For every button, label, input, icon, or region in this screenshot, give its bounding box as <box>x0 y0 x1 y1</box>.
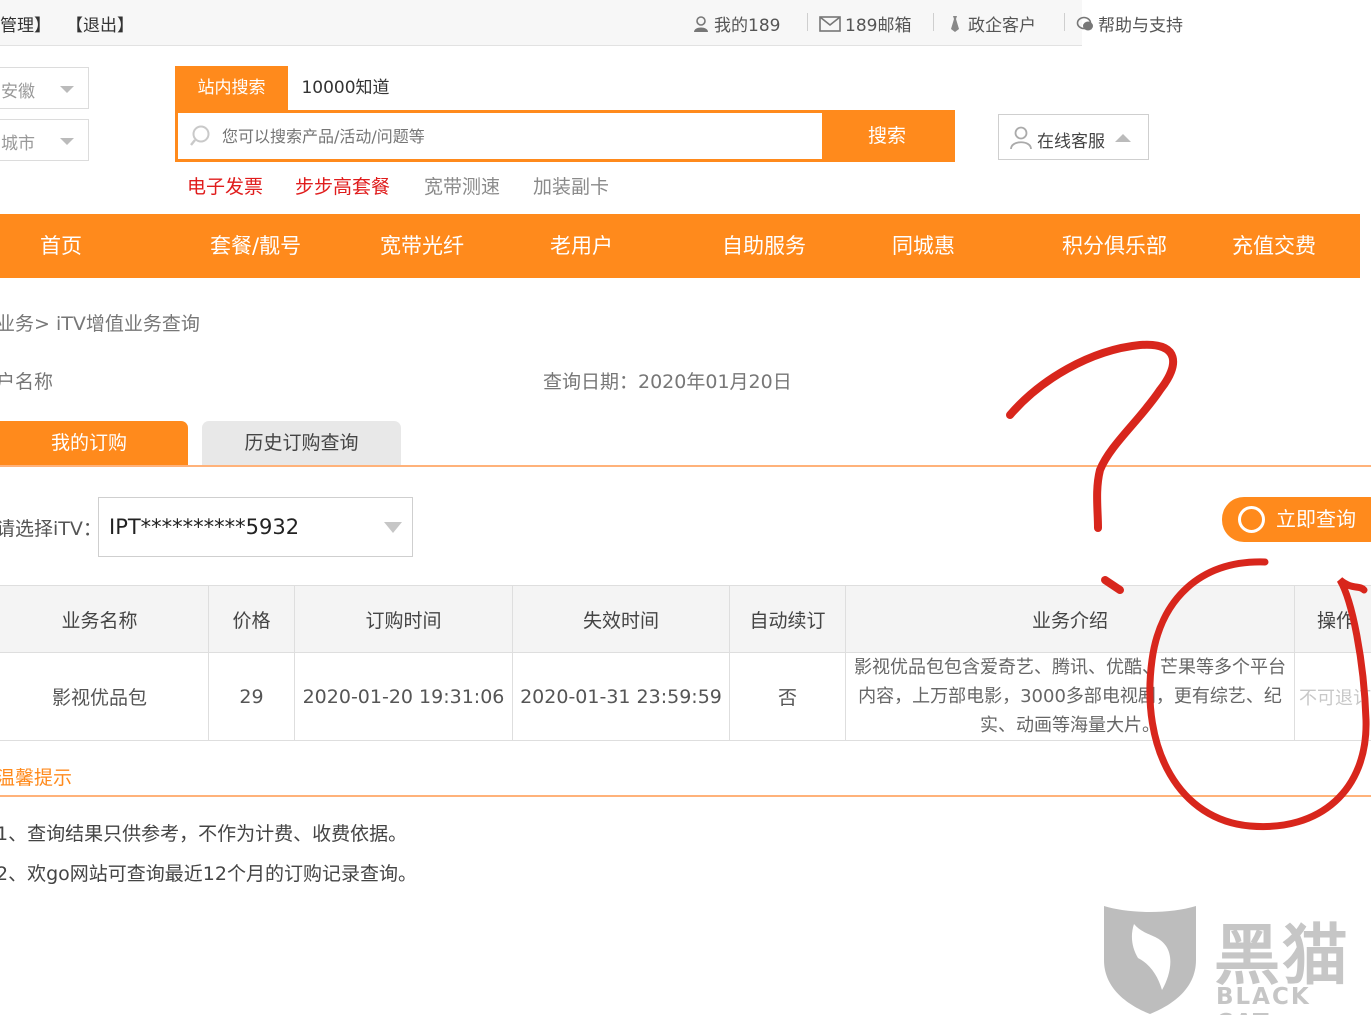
search-icon <box>190 125 210 146</box>
divider <box>933 13 934 31</box>
watermark-en: BLACK CAT <box>1216 984 1311 1015</box>
top-bar: 管理】 【退出】 我的189 189邮箱 政企客户 帮助与支持 <box>0 0 1183 46</box>
nav-recharge[interactable]: 充值交费 <box>1232 214 1316 278</box>
black-cat-watermark: 黑猫 BLACK CAT <box>1100 900 1371 1015</box>
hot-link-einvoice[interactable]: 电子发票 <box>187 172 263 199</box>
nav-local-deals[interactable]: 同城惠 <box>892 214 955 278</box>
online-service-label: 在线客服 <box>1037 132 1105 152</box>
tips-title: 温馨提示 <box>0 767 73 789</box>
chevron-down-icon <box>384 522 402 533</box>
query-button[interactable]: 立即查询 <box>1222 497 1371 542</box>
city-value: 城市 <box>1 134 35 154</box>
divider <box>1064 13 1065 31</box>
nav-self-service[interactable]: 自助服务 <box>722 214 806 278</box>
orders-table: 业务名称 价格 订购时间 失效时间 自动续订 业务介绍 操作 影视优品包 29 … <box>0 585 1371 741</box>
mail-icon <box>819 15 841 32</box>
question-mark-stroke <box>1006 340 1178 532</box>
my189-link[interactable]: 我的189 <box>692 11 780 36</box>
cell-order-time: 2020-01-20 19:31:06 <box>294 652 513 741</box>
query-date: 查询日期：2020年01月20日 <box>543 371 792 393</box>
help-link[interactable]: 帮助与支持 <box>1076 11 1183 36</box>
person-icon <box>1010 126 1032 150</box>
search-icon <box>1238 506 1265 533</box>
hot-link-extra-card[interactable]: 加装副卡 <box>533 172 609 199</box>
tip-item: 1、查询结果只供参考，不作为计费、收费依据。 <box>0 823 408 845</box>
hot-link-speedtest[interactable]: 宽带测速 <box>424 172 500 199</box>
search-bar: 搜索 <box>175 110 955 162</box>
itv-select-label: 请选择iTV： <box>0 518 102 540</box>
search-button[interactable]: 搜索 <box>822 113 952 159</box>
hot-link-bubugao[interactable]: 步步高套餐 <box>295 172 390 199</box>
account-name-label: 户名称 <box>0 371 54 393</box>
enterprise-label: 政企客户 <box>968 16 1036 36</box>
cell-expire-time: 2020-01-31 23:59:59 <box>512 652 730 741</box>
mail189-label: 189邮箱 <box>845 16 912 36</box>
logout-link[interactable]: 【退出】 <box>66 11 134 36</box>
tab-underline <box>0 465 1371 467</box>
query-button-label: 立即查询 <box>1276 507 1356 531</box>
main-nav: 首页 套餐/靓号 宽带光纤 老用户 自助服务 同城惠 积分俱乐部 充值交费 <box>0 214 1360 278</box>
enterprise-link[interactable]: 政企客户 <box>946 11 1036 36</box>
tie-icon <box>951 15 959 32</box>
cell-desc: 影视优品包包含爱奇艺、腾讯、优酷、芒果等多个平台内容，上万部电影，3000多部电… <box>845 652 1295 741</box>
col-header-desc: 业务介绍 <box>845 585 1295 653</box>
table-header-row: 业务名称 价格 订购时间 失效时间 自动续订 业务介绍 操作 <box>0 585 1371 653</box>
online-service-button[interactable]: 在线客服 <box>998 114 1149 160</box>
tab-10000-know[interactable]: 10000知道 <box>288 66 403 111</box>
unsubscribe-disabled: 不可退订 <box>1294 652 1371 741</box>
chevron-down-icon <box>60 86 74 93</box>
col-header-price: 价格 <box>208 585 295 653</box>
help-label: 帮助与支持 <box>1098 16 1183 36</box>
col-header-name: 业务名称 <box>0 585 209 653</box>
chevron-down-icon <box>60 138 74 145</box>
col-header-auto-renew: 自动续订 <box>729 585 846 653</box>
nav-points-club[interactable]: 积分俱乐部 <box>1062 214 1167 278</box>
tab-my-orders[interactable]: 我的订购 <box>0 421 188 466</box>
nav-home[interactable]: 首页 <box>40 214 82 278</box>
nav-old-users[interactable]: 老用户 <box>550 214 613 278</box>
col-header-expire-time: 失效时间 <box>512 585 730 653</box>
nav-plans[interactable]: 套餐/靓号 <box>210 214 301 278</box>
table-row: 影视优品包 29 2020-01-20 19:31:06 2020-01-31 … <box>0 652 1371 741</box>
tab-history-orders[interactable]: 历史订购查询 <box>202 421 401 466</box>
my189-label: 我的189 <box>714 16 781 36</box>
chat-bubble-icon <box>1076 16 1093 30</box>
chevron-up-icon <box>1115 134 1131 142</box>
province-value: 安徽 <box>1 82 35 102</box>
col-header-op: 操作 <box>1294 585 1371 653</box>
cell-auto-renew: 否 <box>729 652 846 741</box>
divider <box>807 13 808 31</box>
tip-item: 2、欢go网站可查询最近12个月的订购记录查询。 <box>0 863 417 885</box>
manage-link[interactable]: 管理】 <box>0 11 51 36</box>
cell-price: 29 <box>208 652 295 741</box>
nav-broadband[interactable]: 宽带光纤 <box>380 214 464 278</box>
tab-site-search[interactable]: 站内搜索 <box>175 66 288 111</box>
col-header-order-time: 订购时间 <box>294 585 513 653</box>
itv-select-value: IPT**********5932 <box>109 515 300 539</box>
itv-select[interactable]: IPT**********5932 <box>98 497 413 557</box>
black-cat-shield-logo <box>1104 906 1196 1014</box>
user-icon <box>694 15 708 32</box>
mail189-link[interactable]: 189邮箱 <box>819 11 911 36</box>
breadcrumb: 业务> iTV增值业务查询 <box>0 313 200 335</box>
cell-name: 影视优品包 <box>0 652 209 741</box>
search-input[interactable] <box>222 122 812 150</box>
province-select[interactable]: 安徽 <box>0 67 89 109</box>
tips-divider <box>0 795 1371 797</box>
city-select[interactable]: 城市 <box>0 119 89 161</box>
